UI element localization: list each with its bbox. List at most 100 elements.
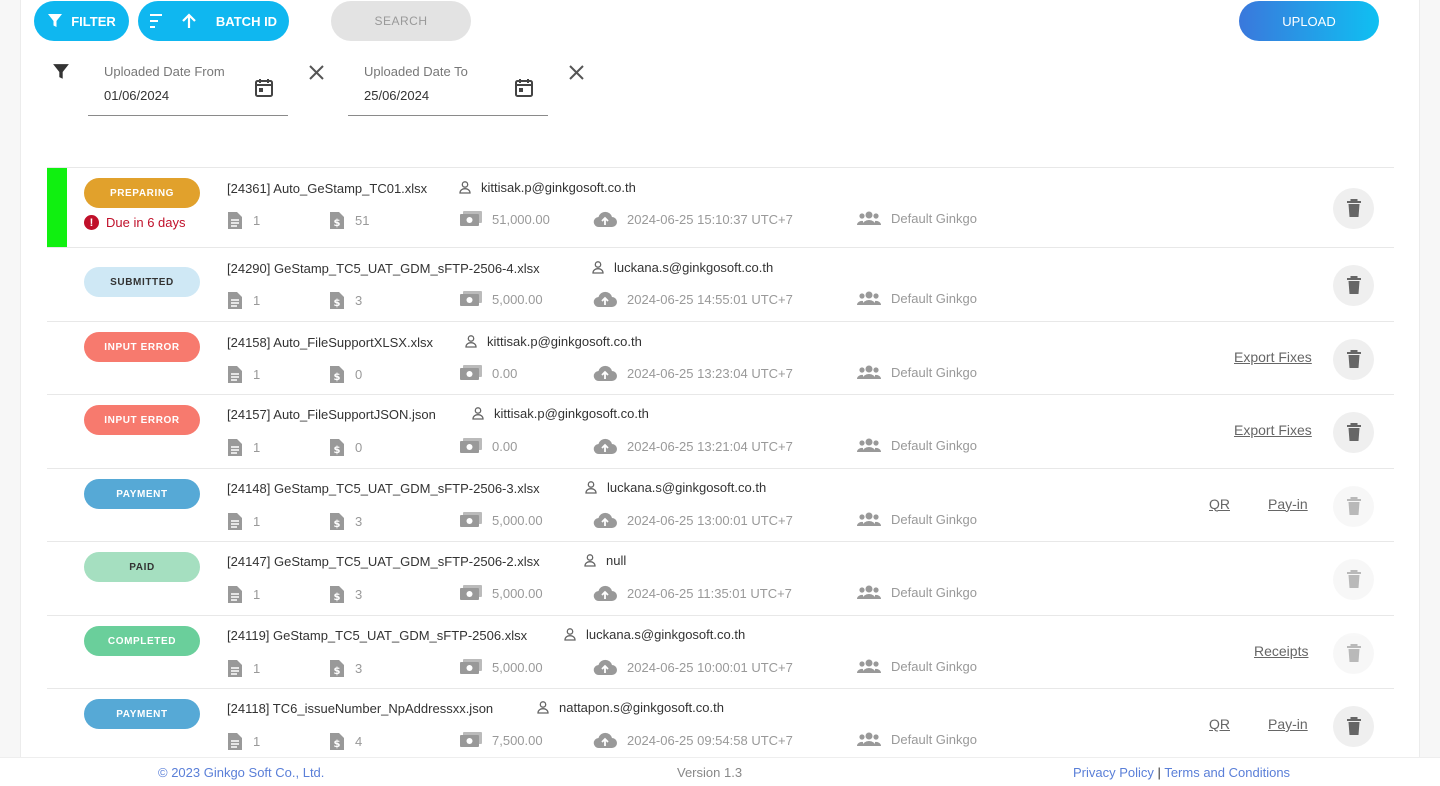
clear-date-to-icon[interactable]: [568, 64, 585, 81]
trash-icon: [1346, 423, 1361, 441]
uploaded-at: 2024-06-25 13:21:04 UTC+7: [593, 438, 793, 455]
group-icon: [857, 732, 881, 746]
money-icon: [460, 732, 482, 747]
uploaded-at: 2024-06-25 15:10:37 UTC+7: [593, 211, 793, 228]
document-count: 1: [227, 365, 260, 384]
group-icon: [857, 438, 881, 452]
amount: 0.00: [460, 438, 517, 454]
stamp-count-value: 3: [355, 293, 363, 308]
group-name: Default Ginkgo: [857, 438, 977, 453]
batch-file-name[interactable]: [24158] Auto_FileSupportXLSX.xlsx: [227, 335, 433, 350]
delete-button[interactable]: [1333, 559, 1374, 600]
uploader-email: nattapon.s@ginkgosoft.co.th: [559, 700, 724, 715]
delete-button[interactable]: [1333, 188, 1374, 229]
batch-file-name[interactable]: [24157] Auto_FileSupportJSON.json: [227, 407, 436, 422]
stamp-icon: $: [330, 733, 344, 750]
priority-marker: [47, 168, 67, 248]
user-icon: [465, 335, 477, 348]
money-icon: [460, 659, 482, 674]
money-icon: [460, 291, 482, 306]
export-fixes-link[interactable]: Export Fixes: [1234, 349, 1312, 365]
user-icon: [592, 261, 604, 274]
batch-file-name[interactable]: [24148] GeStamp_TC5_UAT_GDM_sFTP-2506-3.…: [227, 481, 540, 496]
delete-button[interactable]: [1333, 706, 1374, 747]
batch-file-name[interactable]: [24361] Auto_GeStamp_TC01.xlsx: [227, 181, 427, 196]
uploader: luckana.s@ginkgosoft.co.th: [585, 480, 766, 495]
cloud-upload-icon: [593, 659, 617, 676]
document-icon: [228, 366, 242, 383]
batch-row: SUBMITTED [24290] GeStamp_TC5_UAT_GDM_sFT…: [47, 247, 1394, 321]
trash-icon: [1346, 199, 1361, 217]
uploaded-at-value: 2024-06-25 09:54:58 UTC+7: [627, 733, 793, 748]
calendar-icon[interactable]: [514, 78, 534, 98]
trash-icon: [1346, 570, 1361, 588]
batch-file-name[interactable]: [24118] TC6_issueNumber_NpAddressxx.json: [227, 701, 493, 716]
svg-text:$: $: [334, 519, 341, 530]
arrow-up-icon: [182, 13, 196, 28]
sort-batch-id-button[interactable]: BATCH ID: [138, 1, 289, 41]
pay-in-link[interactable]: Pay-in: [1268, 496, 1308, 512]
clear-date-from-icon[interactable]: [308, 64, 325, 81]
uploader: luckana.s@ginkgosoft.co.th: [592, 260, 773, 275]
document-count-value: 1: [253, 440, 261, 455]
cloud-upload-icon: [593, 365, 617, 382]
qr-link[interactable]: QR: [1209, 496, 1230, 512]
stamp-count: $3: [329, 659, 362, 678]
copyright: © 2023 Ginkgo Soft Co., Ltd.: [158, 765, 325, 780]
stamp-count-value: 0: [355, 440, 363, 455]
delete-button[interactable]: [1333, 412, 1374, 453]
batch-file-name[interactable]: [24290] GeStamp_TC5_UAT_GDM_sFTP-2506-4.…: [227, 261, 540, 276]
document-icon: [228, 292, 242, 309]
delete-button[interactable]: [1333, 338, 1374, 380]
cloud-upload-icon: [593, 291, 617, 308]
filter-button[interactable]: FILTER: [34, 1, 129, 41]
uploader-email: kittisak.p@ginkgosoft.co.th: [481, 180, 636, 195]
status-badge: PAYMENT: [84, 699, 200, 729]
delete-button[interactable]: [1333, 632, 1374, 674]
batch-file-name[interactable]: [24119] GeStamp_TC5_UAT_GDM_sFTP-2506.xl…: [227, 628, 527, 643]
delete-button[interactable]: [1333, 485, 1374, 527]
amount-value: 5,000.00: [492, 291, 543, 307]
svg-text:$: $: [334, 298, 341, 309]
status-badge: INPUT ERROR: [84, 405, 200, 435]
amount-value: 5,000.00: [492, 585, 543, 601]
uploader-email: luckana.s@ginkgosoft.co.th: [607, 480, 767, 495]
uploaded-at-value: 2024-06-25 10:00:01 UTC+7: [627, 660, 793, 675]
date-from-value[interactable]: 01/06/2024: [104, 88, 169, 103]
upload-button[interactable]: UPLOAD: [1239, 1, 1379, 41]
user-icon: [564, 628, 576, 641]
uploader-email: luckana.s@ginkgosoft.co.th: [614, 260, 774, 275]
uploader-email: null: [606, 553, 627, 568]
uploaded-date-to-field[interactable]: Uploaded Date To 25/06/2024: [348, 58, 548, 116]
date-to-value[interactable]: 25/06/2024: [364, 88, 429, 103]
document-icon: [228, 660, 242, 677]
receipts-link[interactable]: Receipts: [1254, 643, 1308, 659]
stamp-count-value: 3: [355, 514, 363, 529]
qr-link[interactable]: QR: [1209, 716, 1230, 732]
uploaded-date-from-field[interactable]: Uploaded Date From 01/06/2024: [88, 58, 288, 116]
privacy-policy-link[interactable]: Privacy Policy: [1073, 765, 1154, 780]
uploaded-at-value: 2024-06-25 11:35:01 UTC+7: [627, 586, 792, 601]
stamp-count: $51: [329, 211, 369, 230]
group-name: Default Ginkgo: [857, 732, 977, 747]
calendar-icon[interactable]: [254, 78, 274, 98]
uploader: null: [584, 553, 626, 568]
document-icon: [228, 439, 242, 456]
batch-file-name[interactable]: [24147] GeStamp_TC5_UAT_GDM_sFTP-2506-2.…: [227, 554, 540, 569]
amount: 5,000.00: [460, 512, 543, 528]
export-fixes-link[interactable]: Export Fixes: [1234, 422, 1312, 438]
search-input[interactable]: SEARCH: [331, 1, 471, 41]
delete-button[interactable]: [1333, 265, 1374, 306]
document-icon: [228, 513, 242, 530]
document-count-value: 1: [253, 514, 261, 529]
pay-in-link[interactable]: Pay-in: [1268, 716, 1308, 732]
document-count: 1: [227, 659, 260, 678]
stamp-icon: $: [330, 292, 344, 309]
group-name-value: Default Ginkgo: [891, 512, 977, 527]
svg-text:$: $: [334, 666, 341, 677]
terms-link[interactable]: Terms and Conditions: [1164, 765, 1290, 780]
user-icon: [584, 554, 596, 567]
document-count: 1: [227, 211, 260, 230]
uploaded-at: 2024-06-25 11:35:01 UTC+7: [593, 585, 792, 602]
footer-separator: |: [1157, 765, 1161, 780]
